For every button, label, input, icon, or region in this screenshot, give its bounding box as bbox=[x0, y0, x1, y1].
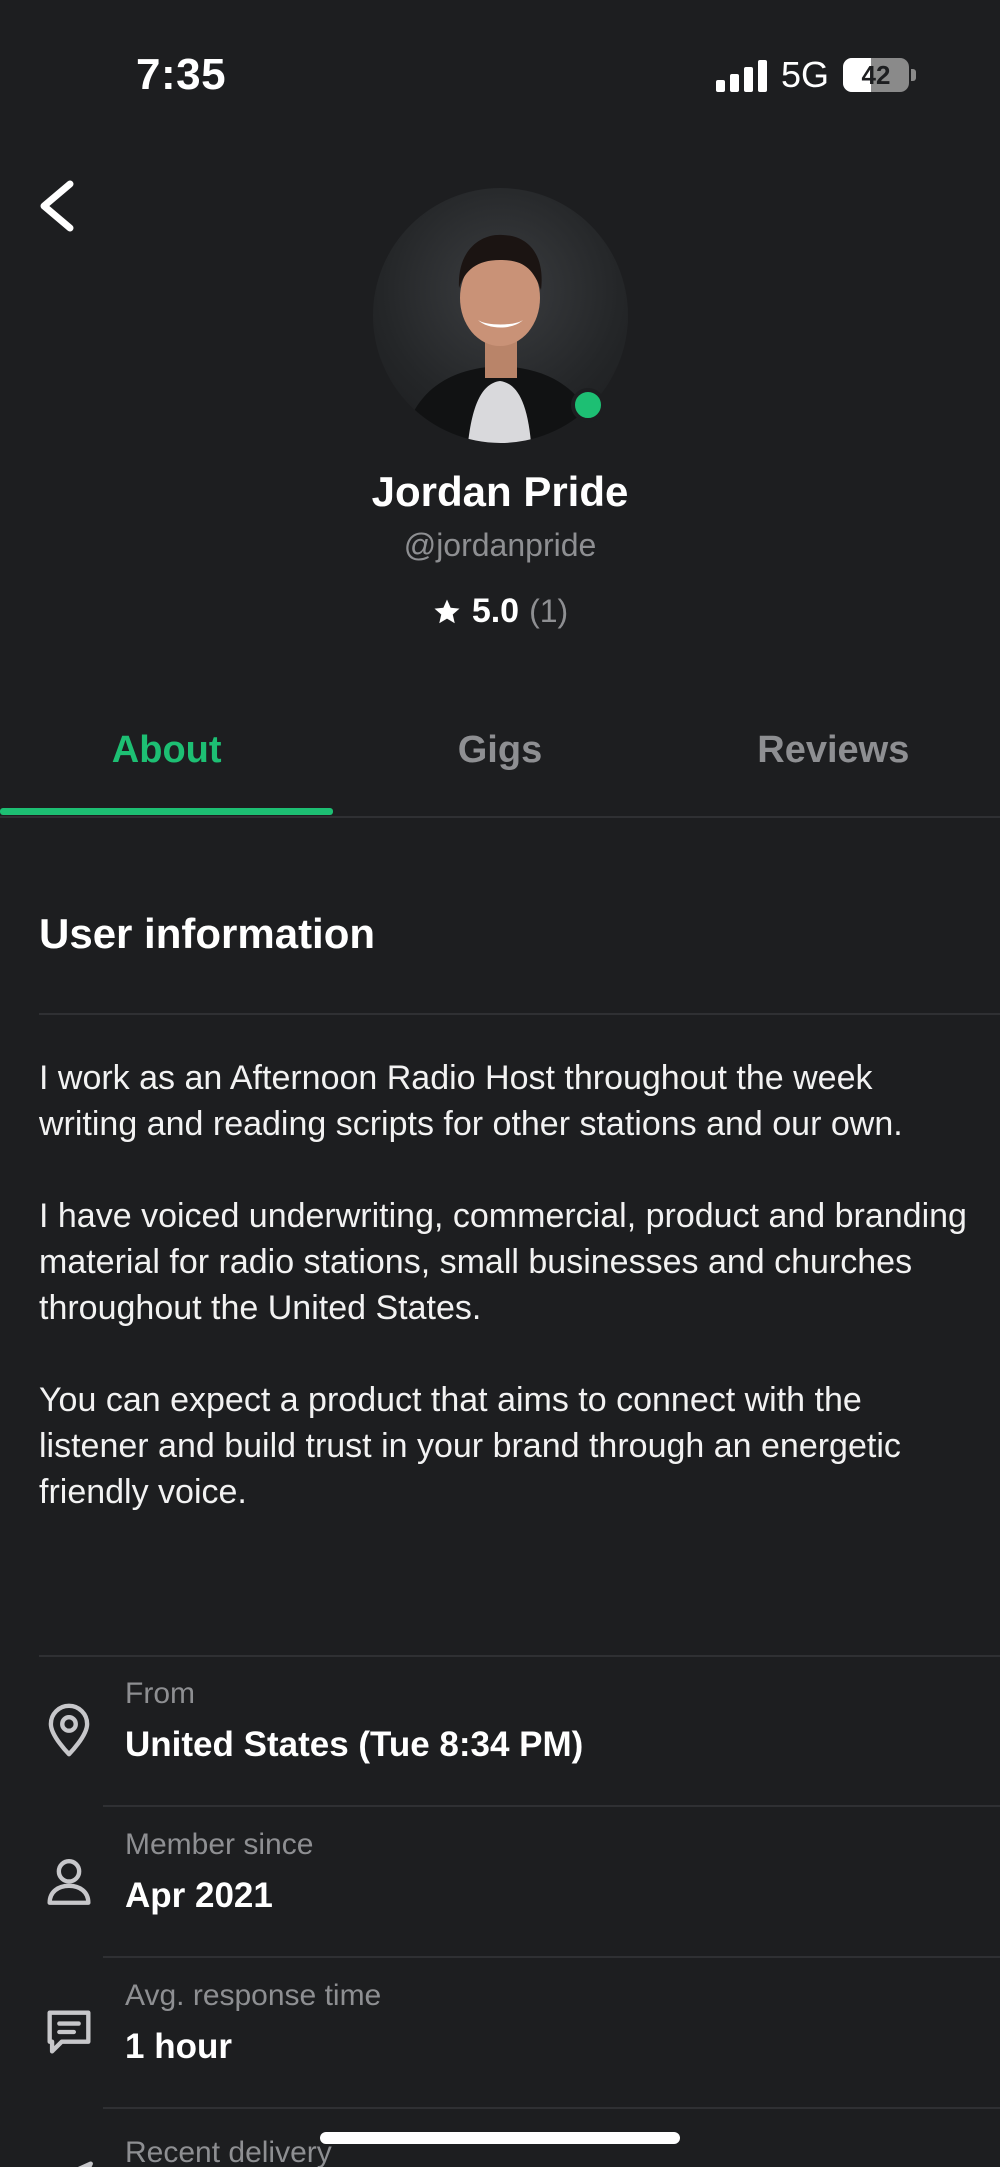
location-pin-icon bbox=[48, 1703, 90, 1757]
profile-name: Jordan Pride bbox=[371, 468, 629, 515]
battery-cap bbox=[911, 69, 916, 81]
send-icon bbox=[77, 2161, 93, 2167]
battery-level: 42 bbox=[861, 59, 891, 90]
home-indicator[interactable] bbox=[320, 2132, 680, 2144]
info-row-response-time: Avg. response time 1 hour bbox=[0, 1959, 1000, 2109]
signal-icon bbox=[715, 58, 767, 92]
network-type: 5G bbox=[780, 54, 829, 95]
person-icon bbox=[47, 1859, 91, 1905]
profile-rating[interactable]: 5.0 (1) bbox=[0, 592, 1000, 631]
divider bbox=[103, 1805, 1000, 1807]
bio-paragraph: I work as an Afternoon Radio Host throug… bbox=[39, 1059, 903, 1143]
tab-gigs[interactable]: Gigs bbox=[333, 700, 666, 816]
status-indicators: 5G 42 bbox=[715, 54, 916, 96]
bio-text: I work as an Afternoon Radio Host throug… bbox=[39, 1055, 969, 1561]
info-value: Apr 2021 bbox=[125, 1876, 273, 1915]
profile-screen: 7:35 5G 42 Jordan Pride @jordanpride 5.0… bbox=[0, 0, 1000, 2167]
chat-bubble-icon bbox=[47, 2010, 91, 2054]
back-arrow-icon[interactable] bbox=[34, 178, 78, 234]
info-label: Recent delivery bbox=[125, 2136, 332, 2167]
divider bbox=[103, 2107, 1000, 2109]
profile-tabs: About Gigs Reviews bbox=[0, 700, 1000, 818]
online-status-indicator bbox=[571, 388, 605, 422]
star-icon bbox=[434, 599, 460, 623]
rating-value: 5.0 bbox=[471, 592, 520, 630]
battery-icon: 42 bbox=[843, 58, 909, 92]
rating-count: (1) bbox=[529, 593, 569, 629]
status-time: 7:35 bbox=[136, 50, 227, 99]
active-tab-indicator bbox=[0, 808, 333, 815]
tab-about[interactable]: About bbox=[0, 700, 333, 816]
divider bbox=[39, 1013, 1000, 1015]
tab-reviews[interactable]: Reviews bbox=[667, 700, 1000, 816]
info-row-from: From United States (Tue 8:34 PM) bbox=[0, 1657, 1000, 1807]
info-label: Member since bbox=[125, 1828, 314, 1861]
info-label: From bbox=[125, 1677, 195, 1710]
divider bbox=[103, 1956, 1000, 1958]
info-value: 1 hour bbox=[125, 2027, 232, 2066]
info-label: Avg. response time bbox=[125, 1979, 382, 2012]
bio-paragraph: I have voiced underwriting, commercial, … bbox=[39, 1197, 967, 1327]
info-value: United States (Tue 8:34 PM) bbox=[125, 1725, 584, 1764]
section-title: User information bbox=[39, 910, 376, 957]
profile-handle: @jordanpride bbox=[403, 527, 597, 563]
bio-paragraph: You can expect a product that aims to co… bbox=[39, 1381, 901, 1511]
info-row-member-since: Member since Apr 2021 bbox=[0, 1808, 1000, 1958]
